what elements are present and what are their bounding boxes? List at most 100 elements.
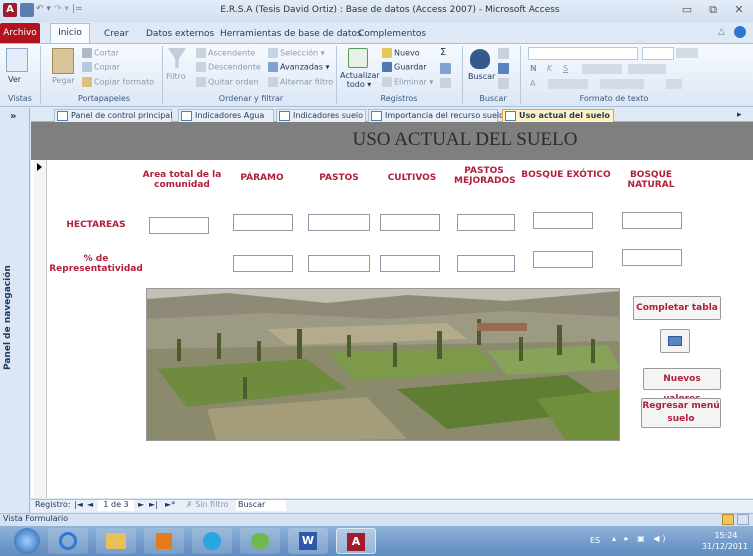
- doctab-uso-actual-suelo[interactable]: Uso actual del suelo: [502, 109, 614, 122]
- font-name-dropdown[interactable]: [528, 47, 638, 60]
- goto-icon[interactable]: [498, 63, 509, 74]
- help-icon[interactable]: [734, 26, 746, 38]
- hectareas-cultivos-field[interactable]: [380, 214, 440, 231]
- last-record-button[interactable]: ►|: [149, 500, 158, 509]
- record-selector[interactable]: [34, 160, 47, 498]
- close-icon[interactable]: ✕: [730, 2, 748, 18]
- nuevo-button[interactable]: Nuevo: [382, 48, 420, 58]
- prev-record-button[interactable]: ◄: [87, 500, 93, 509]
- nav-pane-toggle[interactable]: »: [10, 111, 16, 122]
- tab-crear[interactable]: Crear: [104, 26, 129, 42]
- filtro-button[interactable]: Filtro: [166, 72, 186, 81]
- messenger-taskbar-icon[interactable]: [240, 528, 280, 554]
- doctab-indicadores-agua[interactable]: Indicadores Agua: [178, 109, 274, 122]
- icon-button[interactable]: [660, 329, 690, 353]
- undo-icon[interactable]: ↶ ▾: [36, 4, 51, 14]
- more-icon[interactable]: [440, 78, 451, 88]
- ascendente-button[interactable]: Ascendente: [196, 48, 255, 58]
- copiar-formato-button[interactable]: Copiar formato: [82, 77, 154, 87]
- ver-button[interactable]: Ver: [8, 75, 21, 84]
- italic-button[interactable]: K: [547, 64, 552, 73]
- access-app-icon[interactable]: A: [3, 3, 17, 17]
- doctab-panel-control[interactable]: Panel de control principal: [54, 109, 172, 122]
- hectareas-bosque-exotico-field[interactable]: [533, 212, 593, 229]
- record-position-field[interactable]: 1 de 3: [98, 500, 134, 511]
- tab-archivo[interactable]: Archivo: [0, 23, 40, 43]
- cortar-button[interactable]: Cortar: [82, 48, 119, 58]
- ribbon-minimize-icon[interactable]: △: [718, 27, 725, 37]
- save-icon[interactable]: [20, 3, 34, 17]
- paragraph-icons[interactable]: [628, 64, 666, 74]
- hectareas-pastos-field[interactable]: [308, 214, 370, 231]
- tab-datos-externos[interactable]: Datos externos: [146, 26, 214, 42]
- doctab-label: Indicadores suelo: [293, 111, 364, 120]
- first-record-button[interactable]: |◄: [74, 500, 83, 509]
- replace-icon[interactable]: [498, 48, 509, 59]
- ie-taskbar-icon[interactable]: [48, 528, 88, 554]
- indent-icons[interactable]: [582, 64, 622, 74]
- tab-complementos[interactable]: Complementos: [358, 26, 426, 42]
- guardar-button[interactable]: Guardar: [382, 62, 427, 72]
- font-color-button[interactable]: A: [530, 79, 535, 88]
- nuevos-valores-button[interactable]: Nuevos valores: [643, 368, 721, 404]
- tab-herramientas[interactable]: Herramientas de base de datos: [220, 26, 362, 42]
- tray-icons[interactable]: ▴ ▸ ▣ ◀): [612, 534, 682, 548]
- doctab-indicadores-suelo[interactable]: Indicadores suelo: [276, 109, 366, 122]
- completar-tabla-button[interactable]: Completar tabla: [633, 296, 721, 320]
- pct-bosque-natural-field[interactable]: [622, 249, 682, 266]
- outlook-taskbar-icon[interactable]: [144, 528, 184, 554]
- eliminar-button[interactable]: Eliminar ▾: [382, 77, 433, 87]
- totals-icon[interactable]: Σ: [440, 47, 446, 58]
- filter-status[interactable]: ✗ Sin filtro: [186, 500, 229, 509]
- clock-date[interactable]: 31/12/2011: [698, 542, 752, 551]
- hectareas-area-total-field[interactable]: [149, 217, 209, 234]
- hectareas-paramo-field[interactable]: [233, 214, 293, 231]
- folder-icon: [106, 533, 126, 549]
- new-record-button[interactable]: ►*: [165, 500, 175, 509]
- explorer-taskbar-icon[interactable]: [96, 528, 136, 554]
- descendente-button[interactable]: Descendente: [196, 62, 261, 72]
- restore-icon[interactable]: ⧉: [704, 2, 722, 18]
- quitar-orden-button[interactable]: Quitar orden: [196, 77, 259, 87]
- highlight-icons[interactable]: [548, 79, 588, 89]
- minimize-icon[interactable]: ▭: [678, 2, 696, 18]
- select-icon[interactable]: [498, 78, 509, 89]
- tab-inicio[interactable]: Inicio: [50, 23, 90, 44]
- spelling-icon[interactable]: [440, 63, 451, 74]
- form-view-icon[interactable]: [722, 514, 734, 525]
- avanzadas-button[interactable]: Avanzadas ▾: [268, 62, 330, 72]
- regresar-menu-suelo-button[interactable]: Regresar menú suelo: [641, 398, 721, 428]
- seleccion-button[interactable]: Selección ▾: [268, 48, 325, 58]
- align-icons[interactable]: [600, 79, 644, 89]
- font-size-dropdown[interactable]: [642, 47, 674, 60]
- buscar-button[interactable]: Buscar: [468, 72, 495, 81]
- clock-time[interactable]: 15:24: [702, 531, 750, 540]
- pct-pastos-field[interactable]: [308, 255, 370, 272]
- language-indicator[interactable]: ES: [590, 536, 600, 545]
- pegar-button[interactable]: Pegar: [52, 76, 75, 85]
- hectareas-pastos-mejorados-field[interactable]: [457, 214, 515, 231]
- word-taskbar-icon[interactable]: W: [288, 528, 328, 554]
- next-record-button[interactable]: ►: [138, 500, 144, 509]
- doctab-importancia-suelo[interactable]: Importancia del recurso suelo: [368, 109, 504, 122]
- pct-paramo-field[interactable]: [233, 255, 293, 272]
- redo-icon[interactable]: ↷ ▾: [54, 4, 69, 14]
- layout-view-icon[interactable]: [737, 514, 749, 525]
- hectareas-bosque-natural-field[interactable]: [622, 212, 682, 229]
- gridlines-icon[interactable]: [666, 79, 682, 89]
- underline-button[interactable]: S: [563, 64, 568, 73]
- bold-button[interactable]: N: [530, 64, 537, 73]
- skype-taskbar-icon[interactable]: [192, 528, 232, 554]
- actualizar-button[interactable]: Actualizar todo ▾: [340, 71, 380, 89]
- list-icons[interactable]: [676, 48, 698, 58]
- start-button-icon[interactable]: [14, 528, 40, 554]
- access-taskbar-icon[interactable]: A: [336, 528, 376, 554]
- alternar-filtro-button[interactable]: Alternar filtro: [268, 77, 333, 87]
- customize-qat-icon[interactable]: |=: [72, 4, 83, 14]
- pct-bosque-exotico-field[interactable]: [533, 251, 593, 268]
- close-doc-icon[interactable]: ▸: [737, 110, 742, 120]
- pct-cultivos-field[interactable]: [380, 255, 440, 272]
- copiar-button[interactable]: Copiar: [82, 62, 120, 72]
- record-search-field[interactable]: Buscar: [236, 500, 286, 511]
- pct-pastos-mejorados-field[interactable]: [457, 255, 515, 272]
